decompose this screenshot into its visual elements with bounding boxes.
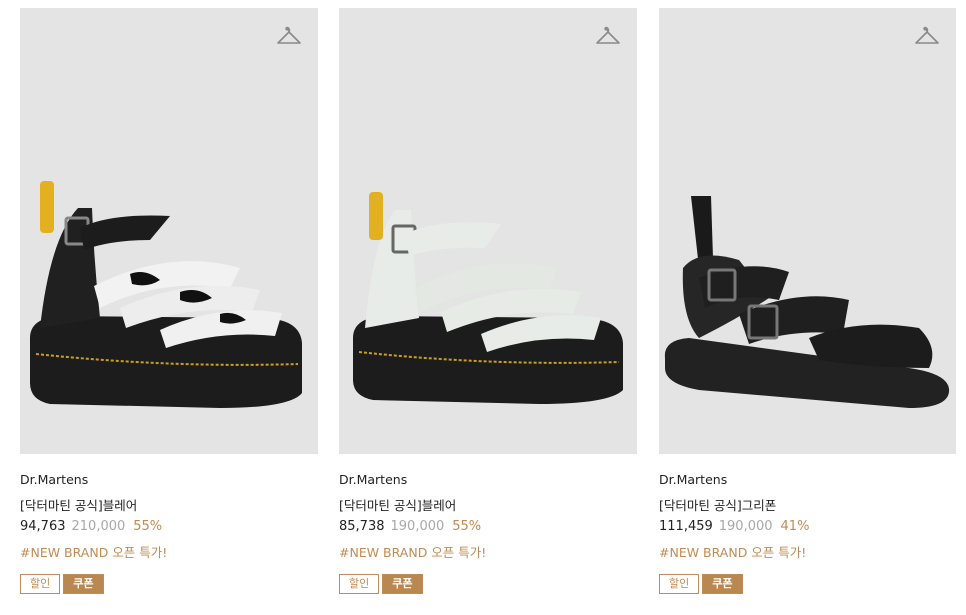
sale-price: 111,459 — [659, 519, 713, 534]
sandal-image — [353, 192, 623, 404]
discount-rate: 55% — [133, 519, 163, 534]
promo-hashtag[interactable]: #NEW BRAND 오픈 특가! — [659, 542, 806, 561]
product-name[interactable]: [닥터마틴 공식]블레어 — [20, 495, 137, 514]
badge-group: 할인 쿠폰 — [20, 574, 104, 594]
sale-price: 85,738 — [339, 519, 385, 534]
brand-name: Dr.Martens — [20, 472, 89, 487]
brand-name: Dr.Martens — [339, 472, 408, 487]
product-card[interactable]: Dr.Martens [닥터마틴 공식]블레어 94,763 210,000 55%… — [20, 8, 318, 608]
price-row: 94,763 210,000 55% — [20, 519, 162, 534]
original-price: 210,000 — [71, 519, 126, 534]
product-name[interactable]: [닥터마틴 공식]그리폰 — [659, 495, 776, 514]
promo-hashtag[interactable]: #NEW BRAND 오픈 특가! — [20, 542, 167, 561]
sandal-image — [664, 196, 950, 408]
coupon-badge: 쿠폰 — [63, 574, 104, 594]
badge-group: 할인 쿠폰 — [339, 574, 423, 594]
hanger-icon[interactable] — [276, 24, 302, 48]
sale-badge: 할인 — [20, 574, 61, 594]
promo-hashtag[interactable]: #NEW BRAND 오픈 특가! — [339, 542, 486, 561]
badge-group: 할인 쿠폰 — [659, 574, 743, 594]
product-image[interactable] — [339, 8, 637, 454]
product-name[interactable]: [닥터마틴 공식]블레어 — [339, 495, 456, 514]
original-price: 190,000 — [718, 519, 773, 534]
product-grid: Dr.Martens [닥터마틴 공식]블레어 94,763 210,000 55%… — [0, 0, 966, 615]
sandal-image — [30, 181, 302, 408]
discount-rate: 55% — [452, 519, 482, 534]
coupon-badge: 쿠폰 — [702, 574, 743, 594]
price-row: 111,459 190,000 41% — [659, 519, 809, 534]
product-card[interactable]: Dr.Martens [닥터마틴 공식]그리폰 111,459 190,000 41… — [659, 8, 956, 608]
product-image[interactable] — [659, 8, 956, 454]
price-row: 85,738 190,000 55% — [339, 519, 481, 534]
sale-price: 94,763 — [20, 519, 66, 534]
hanger-icon[interactable] — [914, 24, 940, 48]
hanger-icon[interactable] — [595, 24, 621, 48]
product-card[interactable]: Dr.Martens [닥터마틴 공식]블레어 85,738 190,000 55%… — [339, 8, 637, 608]
sale-badge: 할인 — [339, 574, 380, 594]
sale-badge: 할인 — [659, 574, 700, 594]
original-price: 190,000 — [390, 519, 445, 534]
brand-name: Dr.Martens — [659, 472, 728, 487]
product-image[interactable] — [20, 8, 318, 454]
coupon-badge: 쿠폰 — [382, 574, 423, 594]
discount-rate: 41% — [780, 519, 810, 534]
